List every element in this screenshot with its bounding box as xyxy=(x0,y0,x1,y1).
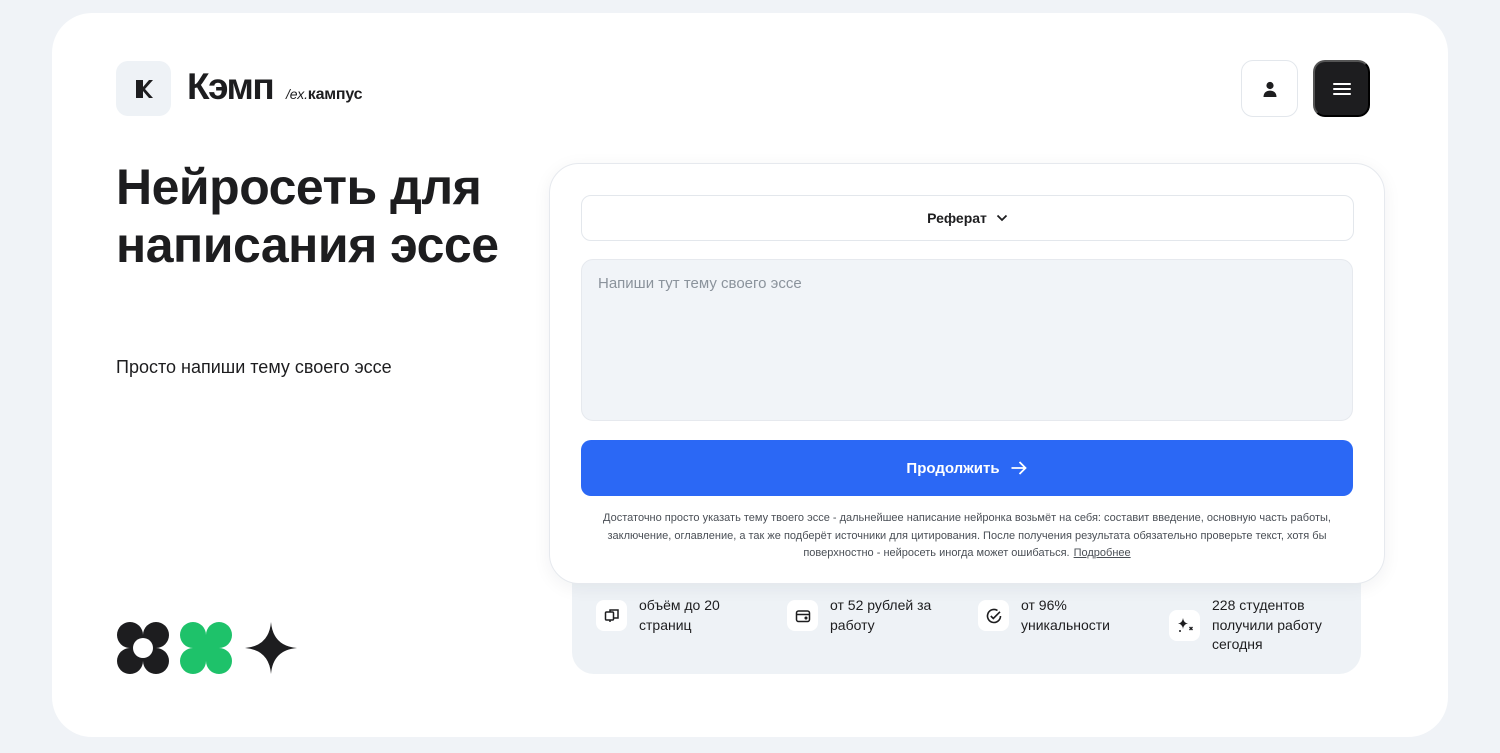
work-type-value: Реферат xyxy=(927,210,987,226)
stat-text: от 52 рублей за работу xyxy=(830,597,932,633)
user-icon xyxy=(1263,81,1276,97)
continue-button[interactable]: Продолжить xyxy=(581,440,1353,496)
stat-pages: объём до 20 страниц xyxy=(596,596,764,635)
hero-subtitle: Просто напиши тему своего эссе xyxy=(116,357,392,377)
stat-text: 228 студентов получили работу сегодня xyxy=(1212,597,1322,652)
brand-sub-name: кампус xyxy=(307,86,363,103)
stat-text: от 96% уникальности xyxy=(1021,597,1110,633)
stat-students: 228 студентов получили работу сегодня xyxy=(1169,596,1337,655)
arrow-right-icon xyxy=(1011,461,1027,475)
pages-icon xyxy=(604,608,619,622)
chevron-down-icon xyxy=(996,214,1008,222)
essay-topic-input[interactable] xyxy=(581,259,1353,421)
stat-uniqueness: от 96% уникальности xyxy=(978,596,1146,635)
black-star-icon xyxy=(245,622,297,674)
stat-text: объём до 20 страниц xyxy=(639,597,720,633)
green-clover-icon xyxy=(180,622,232,674)
stat-icon-box xyxy=(978,600,1009,631)
stat-icon-box xyxy=(787,600,818,631)
hero-title: Нейросеть для написания эссе xyxy=(116,159,499,273)
brand-subtitle: /ex.кампус xyxy=(286,86,363,104)
continue-label: Продолжить xyxy=(906,459,1000,477)
wallet-icon xyxy=(795,609,810,622)
disclaimer-text: Достаточно просто указать тему твоего эс… xyxy=(603,512,1331,559)
brand-name: Кэмп xyxy=(187,66,275,107)
hamburger-menu-icon xyxy=(1332,82,1351,95)
menu-button[interactable] xyxy=(1313,60,1370,117)
more-link[interactable]: Подробнее xyxy=(1074,547,1131,559)
logo[interactable] xyxy=(116,61,171,116)
disclaimer: Достаточно просто указать тему твоего эс… xyxy=(578,510,1356,563)
decorative-shapes xyxy=(117,622,297,674)
logo-mark-icon xyxy=(135,79,153,98)
profile-button[interactable] xyxy=(1241,60,1298,117)
stats-strip: объём до 20 страниц от 52 рублей за рабо… xyxy=(572,572,1361,674)
stat-icon-box xyxy=(1169,609,1200,641)
sparkles-icon xyxy=(1177,618,1193,633)
black-flower-icon xyxy=(117,622,169,674)
essay-form-card: Реферат Продолжить Достаточно просто ука… xyxy=(549,163,1385,584)
stat-icon-box xyxy=(596,600,627,631)
check-circle-icon xyxy=(986,608,1001,623)
stat-price: от 52 рублей за работу xyxy=(787,596,955,635)
brand-sub-prefix: /ex. xyxy=(286,86,308,102)
work-type-select[interactable]: Реферат xyxy=(581,195,1354,241)
